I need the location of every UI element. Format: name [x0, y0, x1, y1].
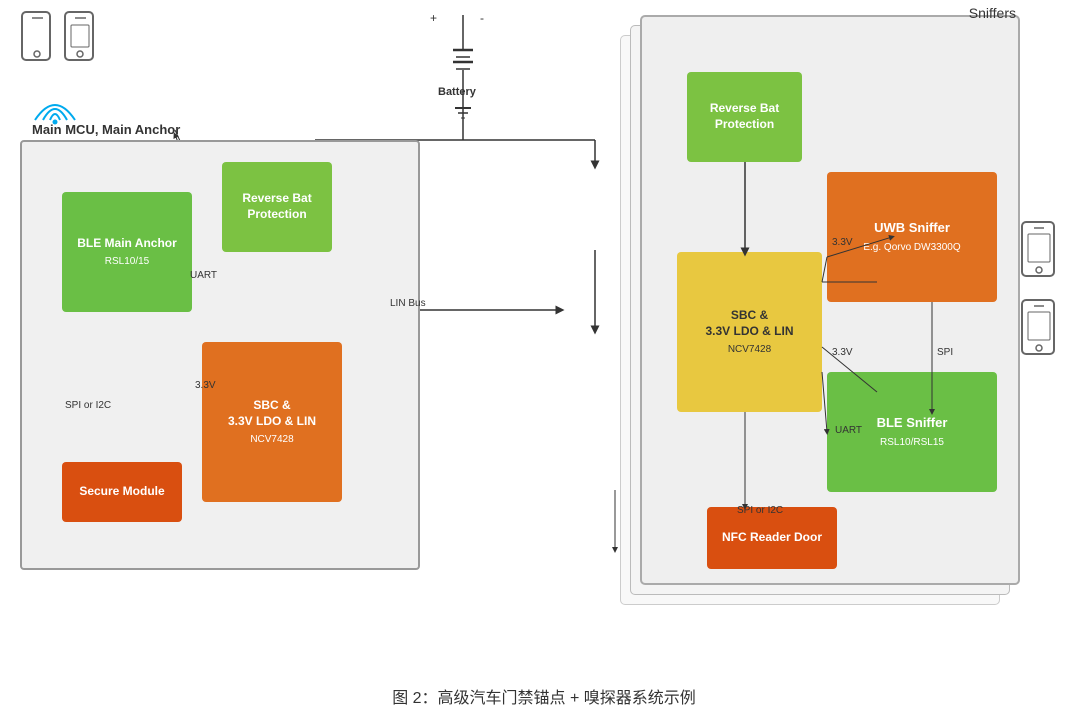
- phone-right-2: [1020, 298, 1058, 356]
- svg-text:Battery: Battery: [438, 86, 477, 98]
- wifi-signal-right: [918, 270, 978, 320]
- uart-right-label: UART: [835, 425, 862, 436]
- spi-right-label: SPI: [937, 347, 953, 358]
- diagram-caption: 图 2：高级汽车门禁锚点 + 嗅探器系统示例: [0, 680, 1088, 712]
- sbc-left-block: SBC & 3.3V LDO & LIN NCV7428: [202, 342, 342, 502]
- phone-icon-2: [63, 10, 98, 62]
- ble-main-anchor-block: BLE Main Anchor RSL10/15: [62, 192, 192, 312]
- v33-right-mid: 3.3V: [832, 347, 853, 358]
- phone-right-group: [1020, 220, 1058, 356]
- rev-bat-left-block: Reverse Bat Protection: [222, 162, 332, 252]
- svg-text:-: -: [480, 11, 484, 25]
- v33-left-label: 3.3V: [195, 380, 216, 391]
- diagram-container: + - Battery: [0, 0, 1088, 680]
- nfc-reader-block: NFC Reader Door: [707, 507, 837, 569]
- main-mcu-box: Main MCU, Main Anchor BLE Main Anchor RS…: [20, 140, 420, 570]
- spi-i2c-left-label: SPI or I2C: [65, 400, 111, 411]
- sbc-right-block: SBC & 3.3V LDO & LIN NCV7428: [677, 252, 822, 412]
- phone-icon-1: [20, 10, 55, 62]
- spi-i2c-right-label: SPI or I2C: [737, 505, 783, 516]
- lin-bus-label: LIN Bus: [390, 298, 426, 309]
- phone-right-1: [1020, 220, 1058, 278]
- main-mcu-label: Main MCU, Main Anchor: [32, 122, 180, 137]
- svg-text:+: +: [430, 11, 437, 25]
- v33-right-top: 3.3V: [832, 237, 853, 248]
- uart-left-label: UART: [190, 270, 217, 281]
- sniffers-label: Sniffers: [969, 5, 1016, 21]
- secure-module-block: Secure Module: [62, 462, 182, 522]
- sniffer-panel-back2: [620, 35, 1000, 605]
- phone-left-group: [20, 10, 98, 62]
- rev-bat-right-block: Reverse Bat Protection: [687, 72, 802, 162]
- ble-sniffer-block: BLE Sniffer RSL10/RSL15: [827, 372, 997, 492]
